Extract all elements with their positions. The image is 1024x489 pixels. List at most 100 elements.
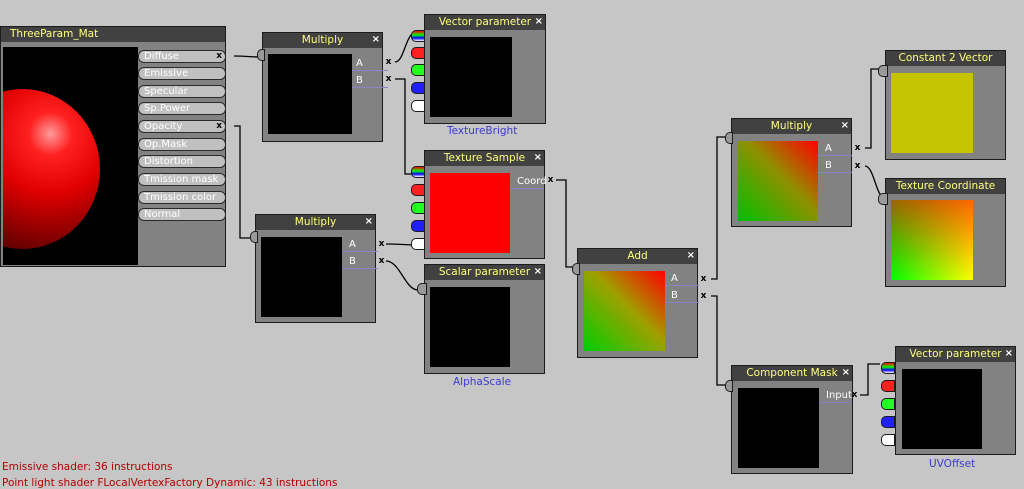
constant2-preview: [891, 73, 973, 153]
component-mask-node[interactable]: Component Mask × Input: [731, 365, 853, 474]
multiply-mid-pin-a[interactable]: A: [349, 240, 356, 250]
multiply-right-title: Multiply: [732, 119, 851, 134]
disconnect-icon[interactable]: x: [546, 175, 555, 185]
scalar-parameter-node[interactable]: Scalar parameter ×: [424, 264, 545, 374]
multiply-node-top[interactable]: Multiply × A B: [262, 32, 388, 142]
pin-underline: [352, 70, 388, 71]
rgb-output-pin[interactable]: [411, 30, 425, 42]
material-slot-label: Distortion: [144, 156, 193, 167]
close-icon[interactable]: ×: [1005, 347, 1013, 360]
multiply-top-pin-b[interactable]: B: [356, 76, 363, 86]
disconnect-icon[interactable]: x: [216, 121, 222, 132]
constant-2-vector-node[interactable]: Constant 2 Vector: [885, 50, 1006, 160]
material-slot-label: Tmission mask: [144, 174, 219, 185]
close-icon[interactable]: ×: [841, 119, 849, 132]
vector-param-bottom-preview: [902, 369, 982, 449]
close-icon[interactable]: ×: [365, 215, 373, 228]
wire-add-a-multiply: [711, 136, 730, 280]
rgb-output-pin[interactable]: [881, 362, 895, 374]
disconnect-icon[interactable]: x: [377, 239, 386, 249]
multiply-right-pin-b[interactable]: B: [825, 161, 832, 171]
multiply-top-preview: [268, 54, 352, 134]
input-pin[interactable]: [725, 380, 733, 392]
add-pin-a[interactable]: A: [671, 274, 678, 284]
material-title: ThreeParam_Mat: [1, 27, 225, 42]
blue-output-pin[interactable]: [411, 220, 425, 232]
input-pin[interactable]: [257, 49, 265, 61]
green-output-pin[interactable]: [411, 64, 425, 76]
add-pin-b[interactable]: B: [671, 291, 678, 301]
multiply-right-pin-a[interactable]: A: [825, 144, 832, 154]
close-icon[interactable]: ×: [534, 151, 542, 164]
disconnect-icon[interactable]: x: [384, 57, 393, 67]
multiply-right-preview: [738, 141, 818, 221]
output-pin[interactable]: [878, 193, 888, 205]
add-node[interactable]: Add × A B: [577, 248, 699, 358]
red-output-pin[interactable]: [881, 380, 895, 392]
material-slot-op-mask[interactable]: Op.Mask: [138, 138, 226, 151]
blue-output-pin[interactable]: [411, 82, 425, 94]
close-icon[interactable]: ×: [842, 366, 850, 379]
output-pin[interactable]: [878, 65, 888, 77]
disconnect-icon[interactable]: x: [384, 74, 393, 84]
material-slot-diffuse[interactable]: Diffuse x: [138, 50, 226, 63]
vector-parameter-node-bottom[interactable]: Vector parameter ×: [895, 346, 1016, 455]
blue-output-pin[interactable]: [881, 416, 895, 428]
material-slot-label: Op.Mask: [144, 139, 188, 150]
rgb-output-pin[interactable]: [411, 166, 425, 178]
disconnect-icon[interactable]: x: [853, 143, 862, 153]
disconnect-icon[interactable]: x: [377, 256, 386, 266]
texture-sample-node[interactable]: Texture Sample × Coord: [424, 150, 547, 259]
input-pin[interactable]: [725, 132, 733, 144]
disconnect-icon[interactable]: x: [699, 291, 708, 301]
multiply-mid-title: Multiply: [256, 215, 375, 230]
green-output-pin[interactable]: [411, 202, 425, 214]
component-mask-pin-input[interactable]: Input: [826, 391, 852, 401]
input-pin[interactable]: [572, 263, 580, 275]
material-slot-normal[interactable]: Normal: [138, 208, 226, 221]
output-pin[interactable]: [417, 283, 427, 295]
pin-underline: [342, 268, 378, 269]
tex-coord-preview: [891, 200, 973, 280]
material-slot-specular[interactable]: Specular: [138, 85, 226, 98]
disconnect-icon[interactable]: x: [699, 274, 708, 284]
wire-multiply-b-scalar: [385, 260, 419, 291]
wire-input-vector: [860, 363, 880, 396]
pin-underline: [352, 87, 388, 88]
vector-parameter-node-top[interactable]: Vector parameter ×: [424, 14, 546, 124]
material-slot-emissive[interactable]: Emissive: [138, 67, 226, 80]
material-slot-distortion[interactable]: Distortion: [138, 155, 226, 168]
vector-param-top-title: Vector parameter: [425, 15, 545, 30]
pin-underline: [665, 285, 699, 286]
disconnect-icon[interactable]: x: [216, 51, 222, 62]
alpha-output-pin[interactable]: [411, 238, 425, 250]
red-output-pin[interactable]: [411, 184, 425, 196]
multiply-top-pin-a[interactable]: A: [356, 59, 363, 69]
close-icon[interactable]: ×: [372, 33, 380, 46]
multiply-mid-pin-b[interactable]: B: [349, 257, 356, 267]
disconnect-icon[interactable]: x: [850, 390, 859, 400]
status-emissive: Emissive shader: 36 instructions: [2, 461, 173, 473]
material-slot-tmission-color[interactable]: Tmission color: [138, 191, 226, 204]
close-icon[interactable]: ×: [534, 265, 542, 278]
close-icon[interactable]: ×: [687, 249, 695, 262]
vector-param-bottom-caption: UVOffset: [929, 458, 976, 470]
material-slot-tmission-mask[interactable]: Tmission mask: [138, 173, 226, 186]
texture-sample-pin-coord[interactable]: Coord: [517, 177, 547, 187]
scalar-param-title: Scalar parameter: [425, 265, 544, 280]
input-pin[interactable]: [250, 231, 258, 243]
material-slot-opacity[interactable]: Opacity x: [138, 120, 226, 133]
alpha-output-pin[interactable]: [411, 100, 425, 112]
material-slot-sp-power[interactable]: Sp.Power: [138, 102, 226, 115]
texture-coordinate-node[interactable]: Texture Coordinate: [885, 178, 1006, 287]
multiply-node-right[interactable]: Multiply × A B: [731, 118, 852, 227]
material-slot-label: Normal: [144, 209, 181, 220]
multiply-mid-preview: [261, 237, 342, 317]
material-slot-label: Diffuse: [144, 51, 180, 62]
red-output-pin[interactable]: [411, 47, 425, 59]
multiply-node-mid[interactable]: Multiply × A B: [255, 214, 378, 323]
green-output-pin[interactable]: [881, 398, 895, 410]
disconnect-icon[interactable]: x: [853, 161, 862, 171]
close-icon[interactable]: ×: [535, 15, 543, 28]
alpha-output-pin[interactable]: [881, 434, 895, 446]
